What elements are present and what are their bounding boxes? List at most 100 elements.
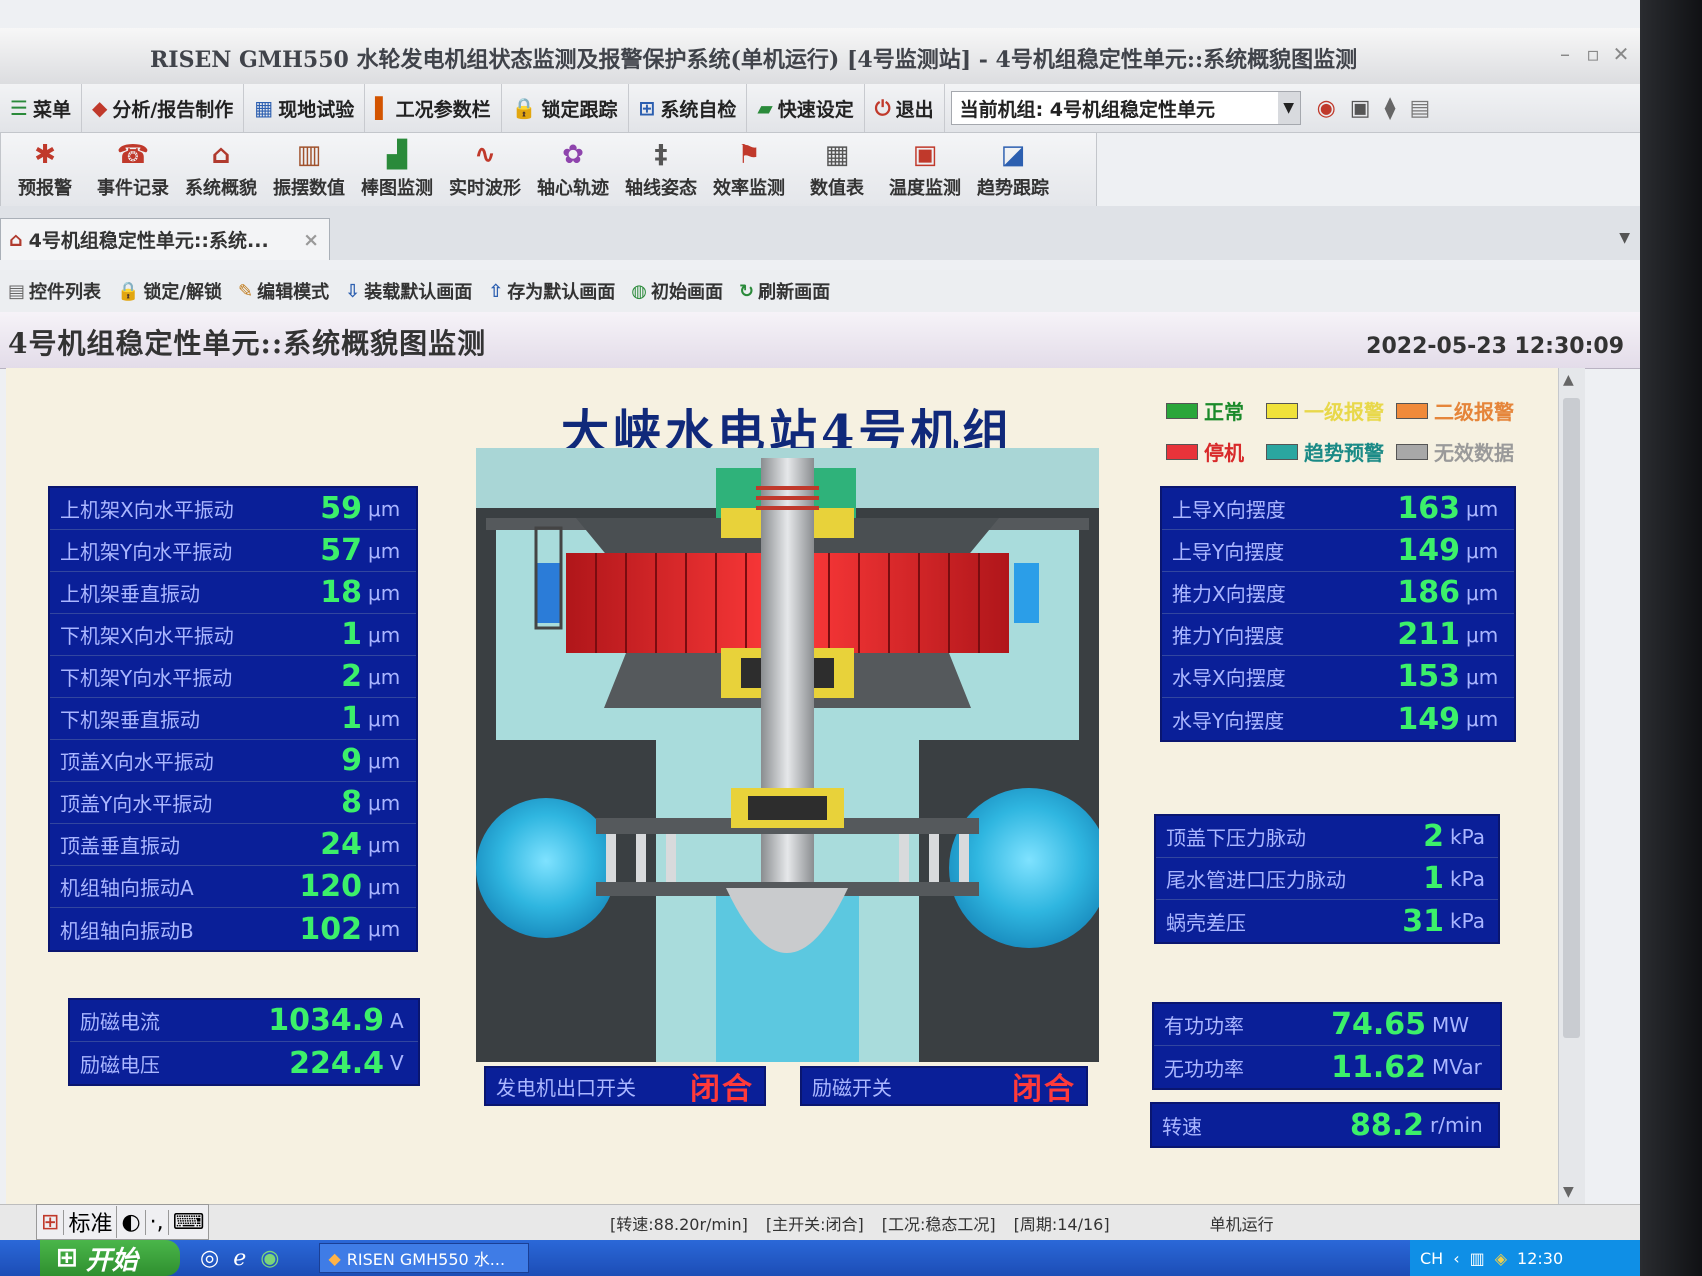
window-title: RISEN GMH550 水轮发电机组状态监测及报警保护系统(单机运行) [4号… [150, 47, 1358, 73]
toolbar-vib-values-button[interactable]: ▥ 振摆数值 [265, 133, 353, 207]
load-default-button[interactable]: ⇩ 装载默认画面 [337, 278, 480, 304]
minimize-button[interactable]: – [1552, 42, 1578, 66]
database-icon[interactable]: ▤ [1409, 96, 1430, 121]
menu-bar: ☰ 菜单 ◆ 分析/报告制作 ▦ 现地试验 ▌ 工况参数栏 🔒 锁定跟踪 ⊞ 系统自检 ▰ 快… [0, 84, 1640, 133]
status-mode: 单机运行 [1209, 1215, 1274, 1234]
menu-item-menu[interactable]: ☰ 菜单 [0, 84, 82, 132]
excitation-row: 励磁电压 224.4 V [80, 1045, 404, 1081]
start-button[interactable]: ⊞ 开始 [40, 1240, 180, 1276]
status-cycle: [周期:14/16] [1013, 1215, 1110, 1234]
alarm-reset-icon[interactable]: ◉ [1317, 96, 1336, 121]
half-width-icon[interactable]: ◐ [117, 1209, 146, 1235]
legend-item-stop: 停机 [1166, 437, 1266, 466]
excitation-switch-status: 励磁开关 闭合 [800, 1066, 1088, 1107]
quick-launch: ◎ ℯ ◉ [200, 1246, 279, 1271]
menu-icon: ☰ [10, 96, 28, 120]
menu-item-selfcheck[interactable]: ⊞ 系统自检 [629, 84, 748, 132]
monitor-bezel [1640, 0, 1702, 1276]
close-button[interactable]: ✕ [1608, 42, 1634, 66]
tray-clock[interactable]: 12:30 [1517, 1249, 1563, 1268]
save-default-button[interactable]: ⇧ 存为默认画面 [480, 278, 623, 304]
edit-mode-button[interactable]: ✎ 编辑模式 [230, 278, 337, 304]
computer-icon[interactable]: ▣ [1350, 96, 1371, 121]
maximize-button[interactable]: ▫ [1580, 42, 1606, 66]
waveform-icon: ∿ [474, 140, 496, 170]
ie-icon[interactable]: ℯ [233, 1246, 246, 1271]
shield-icon[interactable]: ◈ [1495, 1249, 1507, 1268]
pressure-row: 尾水管进口压力脉动 1 kPa [1156, 858, 1498, 900]
tray-expand-icon[interactable]: ‹ [1453, 1249, 1459, 1268]
unit-select[interactable]: 当前机组: 4号机组稳定性单元 ▼ [950, 91, 1301, 125]
toolbar-shaft-button[interactable]: ‡ 轴线姿态 [617, 133, 705, 207]
toolbar-temperature-button[interactable]: ▣ 温度监测 [881, 133, 969, 207]
pressure-row: 顶盖下压力脉动 2 kPa [1156, 816, 1498, 858]
tab-close-icon[interactable]: × [303, 229, 319, 251]
soft-keyboard-icon[interactable]: ⌨ [169, 1210, 209, 1235]
network-icon[interactable]: ▥ [1470, 1249, 1485, 1268]
speed-panel: 转速 88.2 r/min [1150, 1102, 1500, 1148]
toolbar-waveform-button[interactable]: ∿ 实时波形 [441, 133, 529, 207]
analysis-icon: ◆ [91, 96, 108, 120]
save-icon: ⇧ [488, 280, 504, 302]
ime-logo-icon[interactable]: ⊞ [37, 1209, 65, 1235]
monitor-icon: ▣ [912, 140, 938, 170]
menu-item-quickset[interactable]: ▰ 快速设定 [747, 84, 865, 132]
initial-view-button[interactable]: ◍ 初始画面 [623, 278, 731, 304]
vibration-row: 顶盖Y向水平振动 8 μm [50, 782, 416, 824]
menu-item-lock-track[interactable]: 🔒 锁定跟踪 [502, 84, 629, 132]
shaft-icon: ‡ [654, 140, 668, 170]
toolbar-orbit-button[interactable]: ✿ 轴心轨迹 [529, 133, 617, 207]
selfcheck-icon: ⊞ [638, 96, 656, 120]
overview-canvas: 大峡水电站4号机组 正常 一级报警 二级报警 停机 趋势预警 无效数据 上机架X… [6, 368, 1558, 1204]
ime-toolbar: ⊞ 标准 ◐ ·, ⌨ [36, 1204, 210, 1240]
toolbar-value-table-button[interactable]: ▦ 数值表 [793, 133, 881, 207]
scroll-up-icon[interactable]: ▲ [1563, 372, 1574, 388]
toolbar-bar-monitor-button[interactable]: ▟ 棒图监测 [353, 133, 441, 207]
lock-unlock-button[interactable]: 🔒 锁定/解锁 [109, 278, 230, 304]
menu-item-analysis[interactable]: ◆ 分析/报告制作 [82, 84, 245, 132]
punctuation-icon[interactable]: ·, [146, 1209, 169, 1235]
swing-row: 推力Y向摆度 211 μm [1162, 614, 1514, 656]
vibration-row: 下机架垂直振动 1 μm [50, 698, 416, 740]
toolbar-overview-button[interactable]: ⌂ 系统概貌 [177, 133, 265, 207]
toolbar-efficiency-button[interactable]: ⚑ 效率监测 [705, 133, 793, 207]
media-icon[interactable]: ◉ [260, 1246, 279, 1271]
menu-item-field-test[interactable]: ▦ 现地试验 [244, 84, 366, 132]
menu-item-params[interactable]: ▌ 工况参数栏 [365, 84, 502, 132]
toolbar-prealarm-button[interactable]: ✱ 预报警 [1, 133, 89, 207]
legend-item-invalid: 无效数据 [1396, 437, 1516, 466]
tab-list-chevron-icon[interactable]: ▼ [1619, 230, 1630, 246]
field-test-icon: ▦ [254, 96, 274, 120]
power-row: 无功功率 11.62 MVar [1164, 1049, 1482, 1085]
pin-icon[interactable]: ⧫ [1385, 96, 1396, 121]
status-bar: [转速:88.20r/min] [主开关:闭合] [工况:稳态工况] [周期:1… [0, 1204, 1640, 1241]
params-icon: ▌ [375, 96, 391, 120]
table-icon: ▦ [824, 140, 850, 170]
taskbar: ⊞ 开始 ◎ ℯ ◉ ◆ RISEN GMH550 水... CH ‹ ▥ ◈ 12… [0, 1240, 1640, 1276]
trend-icon: ◪ [1000, 140, 1026, 170]
tray-language[interactable]: CH [1420, 1249, 1443, 1268]
taskbar-app-item[interactable]: ◆ RISEN GMH550 水... [319, 1243, 530, 1273]
menu-item-exit[interactable]: ⏻ 退出 [865, 84, 945, 132]
legend-item-trend: 趋势预警 [1266, 437, 1396, 466]
scroll-down-icon[interactable]: ▼ [1563, 1184, 1574, 1200]
exit-icon: ⏻ [874, 96, 891, 120]
browser-icon[interactable]: ◎ [200, 1246, 219, 1271]
toolbar-trend-button[interactable]: ◪ 趋势跟踪 [969, 133, 1057, 207]
tab-overview[interactable]: ⌂ 4号机组稳定性单元::系统... × [0, 218, 330, 260]
refresh-button[interactable]: ↻ 刷新画面 [731, 278, 838, 304]
toolbar-event-log-button[interactable]: ☎ 事件记录 [89, 133, 177, 207]
scrollbar-thumb[interactable] [1563, 398, 1580, 1038]
swing-row: 水导Y向摆度 149 μm [1172, 701, 1499, 737]
chevron-down-icon[interactable]: ▼ [1277, 92, 1300, 124]
vertical-scrollbar[interactable]: ▲ ▼ [1558, 368, 1585, 1204]
vibration-row: 下机架X向水平振动 1 μm [50, 614, 416, 656]
pressure-panel: 顶盖下压力脉动 2 kPa 尾水管进口压力脉动 1 kPa 蜗壳差压 31 kPa [1154, 814, 1500, 944]
legend-swatch [1266, 402, 1298, 419]
vibration-row: 机组轴向振动A 120 μm [50, 866, 416, 908]
list-icon: ▤ [8, 280, 26, 302]
page-header: 4号机组稳定性单元::系统概貌图监测 2022-05-23 12:30:09 [0, 312, 1640, 369]
control-list-button[interactable]: ▤ 控件列表 [0, 278, 109, 304]
swing-row: 水导X向摆度 153 μm [1162, 656, 1514, 698]
ime-mode[interactable]: 标准 [64, 1206, 118, 1238]
